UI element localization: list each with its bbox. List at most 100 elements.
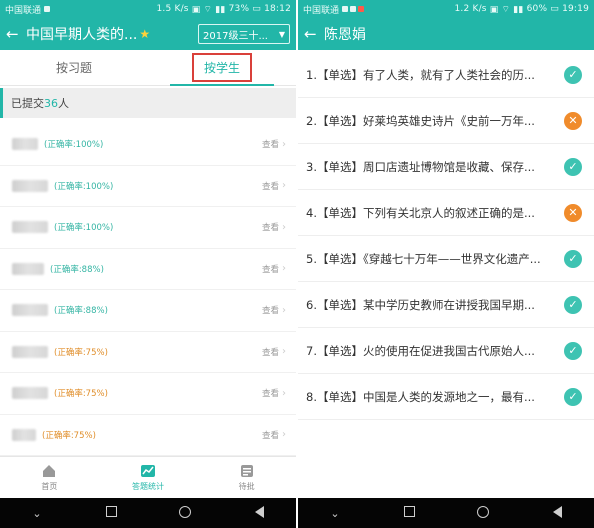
accuracy-label: (正确率:100%) [54, 223, 114, 234]
status-bar: 中国联通 1.5 K/s ▣ ⌔ ▮▮ 73% ▭ 18:12 [0, 0, 296, 18]
stats-icon [141, 464, 155, 477]
battery-level: 60% [526, 4, 548, 14]
battery-icon: ▭ [547, 4, 563, 14]
star-icon[interactable]: ★ [139, 27, 150, 41]
class-select[interactable]: 2017级三十... ▼ [198, 24, 290, 44]
class-select-value: 2017级三十... [203, 30, 268, 42]
student-name-blurred [12, 428, 36, 441]
grading-icon [240, 464, 253, 477]
tab-bar: 按习题 按学生 [0, 50, 296, 86]
circle-icon [477, 505, 489, 518]
question-text: 4.【单选】下列有关北京人的叙述正确的是... [306, 205, 535, 220]
chevron-right-icon: › [282, 429, 286, 441]
nav-label: 首页 [41, 481, 58, 491]
student-name-blurred [12, 221, 48, 234]
back-button[interactable] [542, 505, 572, 521]
nav-label: 答题统计 [132, 481, 164, 491]
back-button[interactable] [244, 505, 274, 521]
left-screen: 中国联通 1.5 K/s ▣ ⌔ ▮▮ 73% ▭ 18:12 ← 中国早期人类… [0, 0, 296, 528]
view-link[interactable]: 查看 › [262, 263, 286, 275]
check-icon: ✓ [564, 65, 582, 84]
student-row[interactable]: (正确率:100%) 查看 › [0, 124, 296, 166]
cross-icon: ✕ [564, 111, 582, 130]
question-row[interactable]: 1.【单选】有了人类，就有了人类社会的历... ✓ [298, 52, 594, 98]
student-row[interactable]: (正确率:88%) 查看 › [0, 290, 296, 332]
network-speed: 1.5 K/s [156, 4, 189, 14]
view-link[interactable]: 查看 › [262, 346, 286, 358]
home-icon [43, 464, 56, 477]
back-arrow-icon[interactable]: ← [304, 26, 320, 42]
nav-home[interactable]: 首页 [0, 457, 99, 498]
tab-underline [170, 84, 274, 86]
view-label: 查看 [261, 264, 279, 275]
student-row[interactable]: (正确率:75%) 查看 › [0, 332, 296, 373]
chevron-right-icon: › [282, 180, 286, 192]
accuracy-label: (正确率:88%) [54, 306, 108, 317]
nav-grading[interactable]: 待批 [197, 457, 296, 498]
student-row[interactable]: (正确率:100%) 查看 › [0, 207, 296, 249]
accuracy-label: (正确率:75%) [54, 347, 108, 358]
network-speed: 1.2 K/s [454, 4, 487, 14]
accuracy-label: (正确率:100%) [44, 140, 104, 151]
student-row[interactable]: (正确率:88%) 查看 › [0, 249, 296, 290]
question-text: 6.【单选】某中学历史教师在讲授我国早期... [306, 297, 535, 312]
view-link[interactable]: 查看 › [262, 304, 286, 317]
question-list: 1.【单选】有了人类，就有了人类社会的历... ✓ 2.【单选】好莱坞英雄史诗片… [298, 50, 594, 420]
question-row[interactable]: 8.【单选】中国是人类的发源地之一，最有... ✓ [298, 374, 594, 420]
accuracy-label: (正确率:88%) [50, 264, 104, 275]
nav-stats[interactable]: 答题统计 [99, 457, 198, 498]
bottom-nav: 首页 答题统计 待批 [0, 456, 296, 498]
recents-button[interactable] [96, 506, 126, 520]
view-label: 查看 [261, 389, 279, 400]
student-name-blurred [12, 304, 48, 317]
student-name-blurred [12, 387, 48, 400]
student-name-blurred [12, 179, 48, 192]
header: ← 中国早期人类的... ★ 2017级三十... ▼ [0, 18, 296, 50]
chevron-right-icon: › [282, 138, 286, 150]
system-nav-bar: ⌄ [298, 498, 594, 528]
battery-icon: ▭ [249, 4, 265, 14]
right-screen: 中国联通 1.2 K/s ▣ ⌔ ▮▮ 60% ▭ 19:19 ← 陈恩娟 1.… [298, 0, 594, 528]
view-link[interactable]: 查看 › [262, 221, 286, 234]
question-row[interactable]: 5.【单选】《穿越七十万年——世界文化遗产... ✓ [298, 236, 594, 282]
view-link[interactable]: 查看 › [261, 387, 286, 400]
cross-icon: ✕ [564, 203, 582, 222]
question-row[interactable]: 6.【单选】某中学历史教师在讲授我国早期... ✓ [298, 282, 594, 328]
circle-icon [179, 505, 191, 518]
notification-icons [44, 4, 52, 14]
tab-by-question[interactable]: 按习题 [0, 50, 148, 85]
recents-button[interactable] [394, 506, 424, 520]
tab-by-student[interactable]: 按学生 [148, 50, 296, 86]
submitted-suffix: 人 [58, 97, 69, 110]
home-button[interactable] [468, 505, 498, 521]
student-row[interactable]: (正确率:75%) 查看 › [0, 373, 296, 415]
view-label: 查看 [261, 181, 279, 192]
view-link[interactable]: 查看 › [262, 138, 286, 151]
question-text: 1.【单选】有了人类，就有了人类社会的历... [306, 67, 535, 82]
question-row[interactable]: 7.【单选】火的使用在促进我国古代原始人... ✓ [298, 328, 594, 374]
clock: 19:19 [562, 4, 589, 14]
check-icon: ✓ [564, 157, 582, 176]
check-icon: ✓ [564, 341, 582, 360]
question-row[interactable]: 2.【单选】好莱坞英雄史诗片《史前一万年... ✕ [298, 98, 594, 144]
question-text: 8.【单选】中国是人类的发源地之一，最有... [306, 389, 535, 404]
chevron-right-icon: › [282, 263, 286, 275]
tab-label: 按学生 [191, 53, 252, 82]
chevron-down-icon[interactable]: ⌄ [320, 508, 350, 519]
tab-label: 按习题 [55, 61, 92, 75]
question-row[interactable]: 4.【单选】下列有关北京人的叙述正确的是... ✕ [298, 190, 594, 236]
question-row[interactable]: 3.【单选】周口店遗址博物馆是收藏、保存... ✓ [298, 144, 594, 190]
back-arrow-icon[interactable]: ← [6, 26, 22, 42]
student-row[interactable]: (正确率:100%) 查看 › [0, 166, 296, 207]
chevron-down-icon[interactable]: ⌄ [22, 508, 52, 519]
triangle-back-icon [552, 505, 562, 518]
chevron-right-icon: › [282, 304, 286, 316]
status-bar: 中国联通 1.2 K/s ▣ ⌔ ▮▮ 60% ▭ 19:19 [298, 0, 594, 18]
view-label: 查看 [261, 347, 279, 358]
system-nav-bar: ⌄ [0, 498, 296, 528]
carrier-label: 中国联通 [303, 5, 340, 16]
home-button[interactable] [170, 505, 200, 521]
view-link[interactable]: 查看 › [262, 429, 286, 441]
student-row[interactable]: (正确率:75%) 查看 › [0, 415, 296, 456]
view-link[interactable]: 查看 › [262, 180, 286, 192]
